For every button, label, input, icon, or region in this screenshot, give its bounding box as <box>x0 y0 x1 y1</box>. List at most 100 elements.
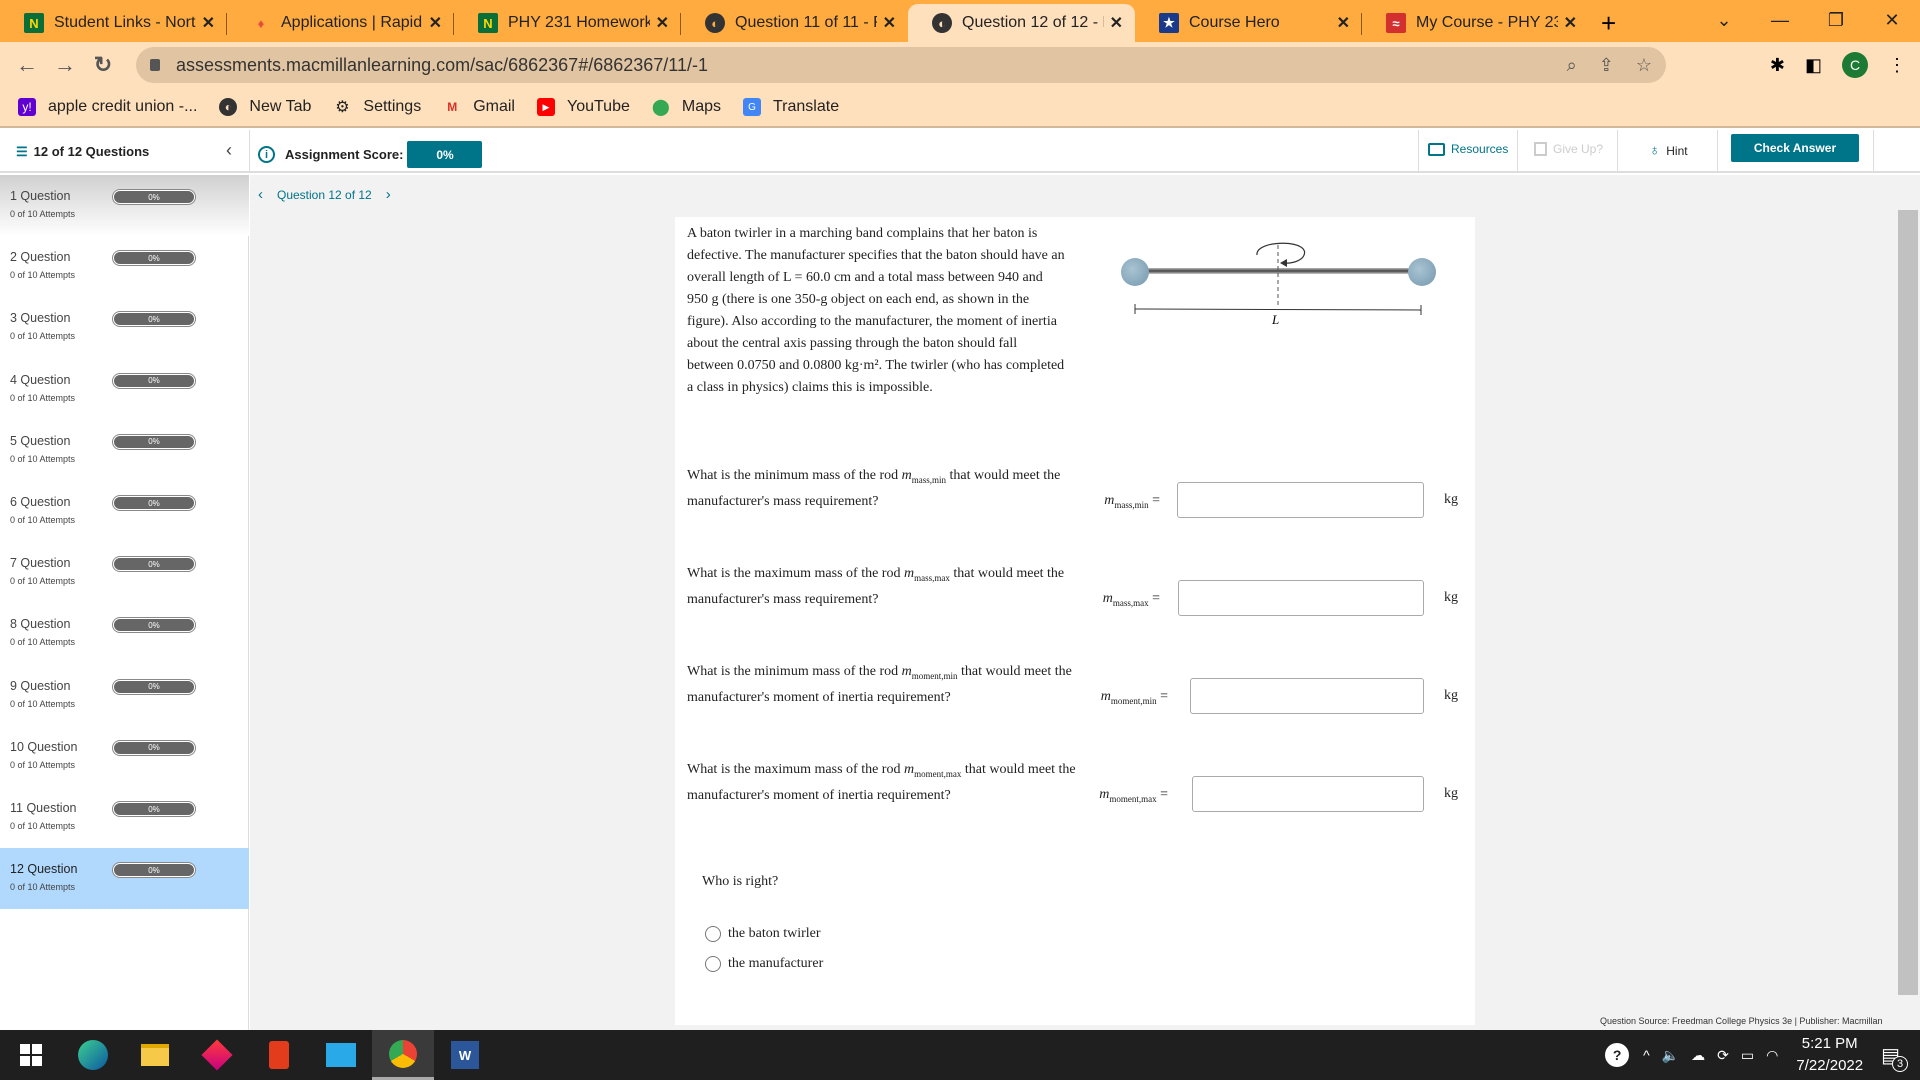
show-hidden-icons[interactable]: ^ <box>1643 1047 1650 1063</box>
close-tab-icon[interactable]: ✕ <box>656 13 669 33</box>
windows-start-icon[interactable] <box>0 1030 62 1080</box>
give-up-button[interactable]: Give Up? <box>1534 142 1603 156</box>
question-text: What is the minimum mass of the rod mmas… <box>687 465 1087 513</box>
sidebar-question-item[interactable]: 5 Question 0% 0 of 10 Attempts <box>0 420 249 481</box>
hint-button[interactable]: ♁ Hint <box>1649 142 1688 159</box>
answer-input[interactable] <box>1190 678 1424 714</box>
close-tab-icon[interactable]: ✕ <box>1110 13 1123 33</box>
option-manufacturer[interactable]: the manufacturer <box>705 956 823 972</box>
url-text[interactable]: assessments.macmillanlearning.com/sac/68… <box>176 55 708 76</box>
tab-title: Student Links - Northe <box>54 14 196 31</box>
address-bar[interactable]: assessments.macmillanlearning.com/sac/68… <box>136 47 1666 83</box>
new-tab-button[interactable]: + <box>1601 4 1616 42</box>
bookmark-item[interactable]: ⬤ Maps <box>652 98 721 116</box>
question-pre: What is the maximum mass of the rod <box>687 762 904 777</box>
sidebar-question-item[interactable]: 7 Question 0% 0 of 10 Attempts <box>0 542 249 603</box>
sync-icon[interactable]: ⟳ <box>1717 1047 1729 1064</box>
option-baton-twirler[interactable]: the baton twirler <box>705 926 821 942</box>
sidebar-question-item[interactable]: 12 Question 0% 0 of 10 Attempts <box>0 848 249 910</box>
sidebar-question-item[interactable]: 6 Question 0% 0 of 10 Attempts <box>0 481 249 542</box>
bookmark-item[interactable]: ⚙ Settings <box>333 98 421 116</box>
question-list-toggle[interactable]: ☰ 12 of 12 Questions <box>16 144 149 160</box>
chrome-icon[interactable] <box>372 1030 434 1080</box>
question-nav-label: Question 12 of 12 <box>277 187 372 202</box>
next-question-icon[interactable]: › <box>386 186 391 203</box>
browser-tab[interactable]: ≈ My Course - PHY 231 ✕ <box>1362 4 1589 42</box>
sidebar-question-item[interactable]: 1 Question 0% 0 of 10 Attempts <box>0 175 249 236</box>
score-badge: 0% <box>407 141 483 168</box>
bookmark-item[interactable]: G Translate <box>742 98 840 116</box>
word-icon[interactable]: W <box>434 1030 496 1080</box>
browser-tab-active[interactable]: ◐ Question 12 of 12 - Ph ✕ <box>908 4 1135 42</box>
answer-label: mmoment,max = <box>1099 787 1168 804</box>
sidebar-question-item[interactable]: 10 Question 0% 0 of 10 Attempts <box>0 726 249 787</box>
onedrive-icon[interactable]: ☁ <box>1691 1047 1705 1064</box>
sidebar-question-item[interactable]: 9 Question 0% 0 of 10 Attempts <box>0 665 249 726</box>
share-icon[interactable]: ⇪ <box>1599 55 1614 76</box>
browser-tab[interactable]: ★ Course Hero ✕ <box>1135 4 1362 42</box>
sidebar-question-item[interactable]: 3 Question 0% 0 of 10 Attempts <box>0 297 249 358</box>
radio-button[interactable] <box>705 926 721 942</box>
restore-icon[interactable]: ❐ <box>1808 10 1864 31</box>
reload-icon[interactable]: ↻ <box>84 52 122 78</box>
info-icon[interactable]: i <box>258 146 275 163</box>
file-explorer-icon[interactable] <box>124 1030 186 1080</box>
close-window-icon[interactable]: ✕ <box>1864 10 1920 31</box>
profile-avatar[interactable]: C <box>1842 52 1868 78</box>
menu-icon[interactable]: ⋮ <box>1888 55 1906 76</box>
collapse-sidebar-icon[interactable]: ‹ <box>226 140 232 161</box>
tab-search-icon[interactable]: ⌄ <box>1696 10 1752 31</box>
notification-count: 3 <box>1892 1055 1908 1072</box>
volume-icon[interactable]: 🔈 <box>1662 1047 1679 1064</box>
question-score-bar: 0% <box>113 740 195 755</box>
radio-button[interactable] <box>705 956 721 972</box>
check-answer-button[interactable]: Check Answer <box>1731 134 1859 162</box>
back-icon[interactable]: ← <box>8 52 46 78</box>
browser-tab[interactable]: ◐ Question 11 of 11 - Ph ✕ <box>681 4 908 42</box>
bookmark-item[interactable]: y! apple credit union -... <box>18 98 197 116</box>
bookmark-item[interactable]: M Gmail <box>443 98 515 116</box>
side-panel-icon[interactable]: ◧ <box>1805 55 1822 76</box>
clock[interactable]: 5:21 PM 7/22/2022 <box>1796 1033 1863 1077</box>
app-diamond-icon[interactable] <box>186 1030 248 1080</box>
clock-date: 7/22/2022 <box>1796 1057 1864 1074</box>
battery-icon[interactable]: ▭ <box>1741 1047 1754 1064</box>
page-scrollbar[interactable] <box>1898 210 1918 995</box>
bookmark-label: Maps <box>681 98 721 115</box>
sidebar-question-item[interactable]: 2 Question 0% 0 of 10 Attempts <box>0 236 249 297</box>
assignment-score: i Assignment Score: 0% <box>258 141 483 168</box>
answer-input[interactable] <box>1192 776 1424 812</box>
close-tab-icon[interactable]: ✕ <box>202 13 215 33</box>
gmail-icon: M <box>447 100 458 114</box>
resources-button[interactable]: Resources <box>1428 142 1508 156</box>
sidebar-question-item[interactable]: 11 Question 0% 0 of 10 Attempts <box>0 787 249 848</box>
close-tab-icon[interactable]: ✕ <box>1564 13 1577 33</box>
browser-tab[interactable]: ♦ Applications | RapidId ✕ <box>227 4 454 42</box>
mail-icon[interactable] <box>310 1030 372 1080</box>
edge-icon[interactable] <box>62 1030 124 1080</box>
close-tab-icon[interactable]: ✕ <box>429 13 442 33</box>
bookmark-label: Translate <box>772 98 840 115</box>
answer-input[interactable] <box>1177 482 1424 518</box>
bookmark-star-icon[interactable]: ☆ <box>1636 55 1652 76</box>
answer-input[interactable] <box>1178 580 1424 616</box>
office-icon[interactable] <box>248 1030 310 1080</box>
sidebar-question-item[interactable]: 8 Question 0% 0 of 10 Attempts <box>0 603 249 664</box>
browser-tab[interactable]: N PHY 231 Homework - ✕ <box>454 4 681 42</box>
bookmark-item[interactable]: ◐ New Tab <box>219 98 311 116</box>
browser-tab[interactable]: N Student Links - Northe ✕ <box>0 4 227 42</box>
minimize-icon[interactable]: — <box>1752 10 1808 31</box>
wifi-icon[interactable]: ◠ <box>1766 1047 1778 1064</box>
zoom-icon[interactable]: ⌕ <box>1567 55 1577 76</box>
question-name: 1 Question <box>10 189 71 203</box>
notifications-icon[interactable]: ▤ 3 <box>1881 1043 1908 1072</box>
sidebar-question-item[interactable]: 4 Question 0% 0 of 10 Attempts <box>0 359 249 420</box>
help-icon[interactable]: ? <box>1605 1043 1630 1067</box>
question-name: 9 Question <box>10 678 71 693</box>
bookmark-item[interactable]: ▶ YouTube <box>536 98 630 116</box>
close-tab-icon[interactable]: ✕ <box>883 13 896 33</box>
close-tab-icon[interactable]: ✕ <box>1337 13 1350 33</box>
extensions-icon[interactable]: ✱ <box>1770 55 1785 76</box>
forward-icon[interactable]: → <box>46 52 84 78</box>
previous-question-icon[interactable]: ‹ <box>258 186 263 203</box>
